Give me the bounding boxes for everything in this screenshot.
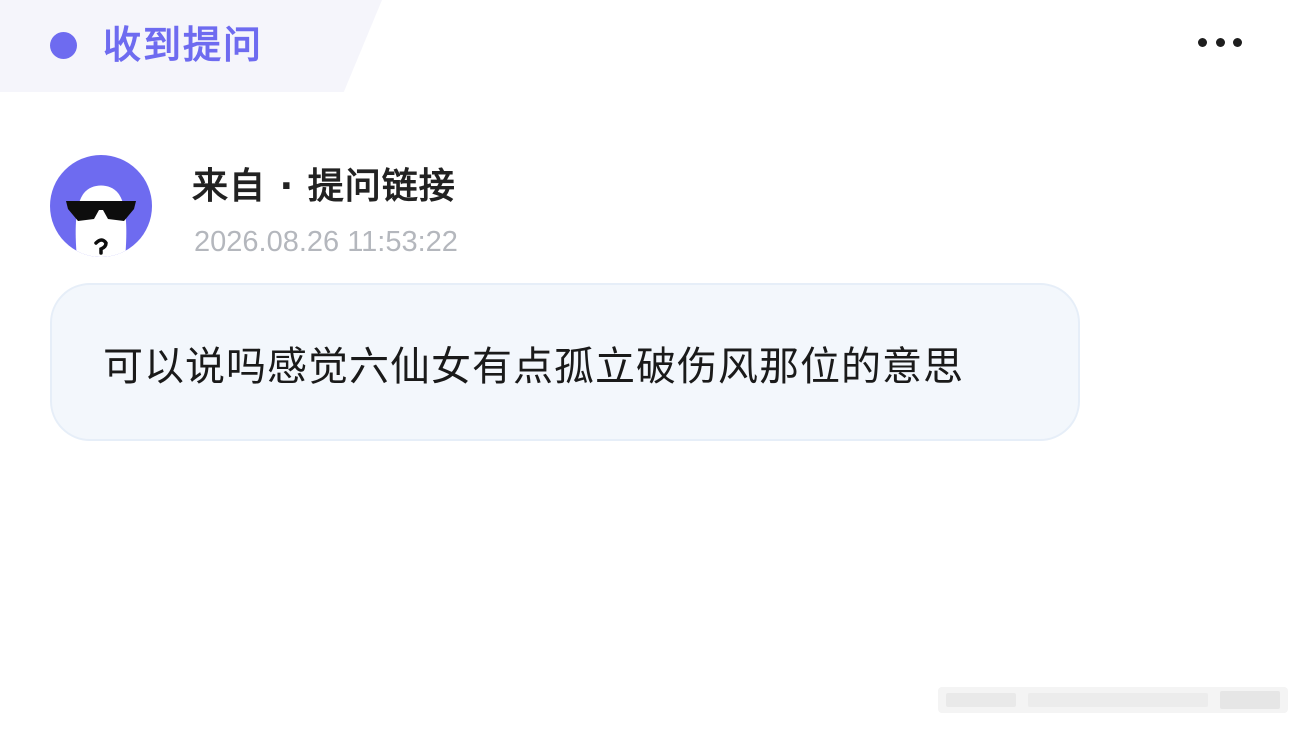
avatar[interactable] bbox=[50, 155, 152, 257]
watermark-image bbox=[938, 681, 1288, 719]
header-dot bbox=[50, 32, 77, 59]
timestamp: 2026.08.26 11:53:22 bbox=[194, 226, 458, 258]
more-horizontal-icon-dot bbox=[1215, 37, 1225, 47]
more-horizontal-icon-dot bbox=[1233, 37, 1242, 47]
question-page: 收到提问 来自 · 提问链接 2026.08.26 11:53:22 可以说吗感… bbox=[0, 0, 1300, 731]
more-horizontal-icon bbox=[1198, 37, 1207, 47]
page-title: 收到提问 bbox=[103, 23, 264, 67]
sunglasses-avatar-icon bbox=[50, 155, 152, 257]
sender-label: 来自 · 提问链接 bbox=[192, 166, 456, 207]
more-options-button[interactable] bbox=[1192, 24, 1248, 60]
question-text: 可以说吗感觉六仙女有点孤立破伤风那位的意思 bbox=[103, 344, 964, 390]
